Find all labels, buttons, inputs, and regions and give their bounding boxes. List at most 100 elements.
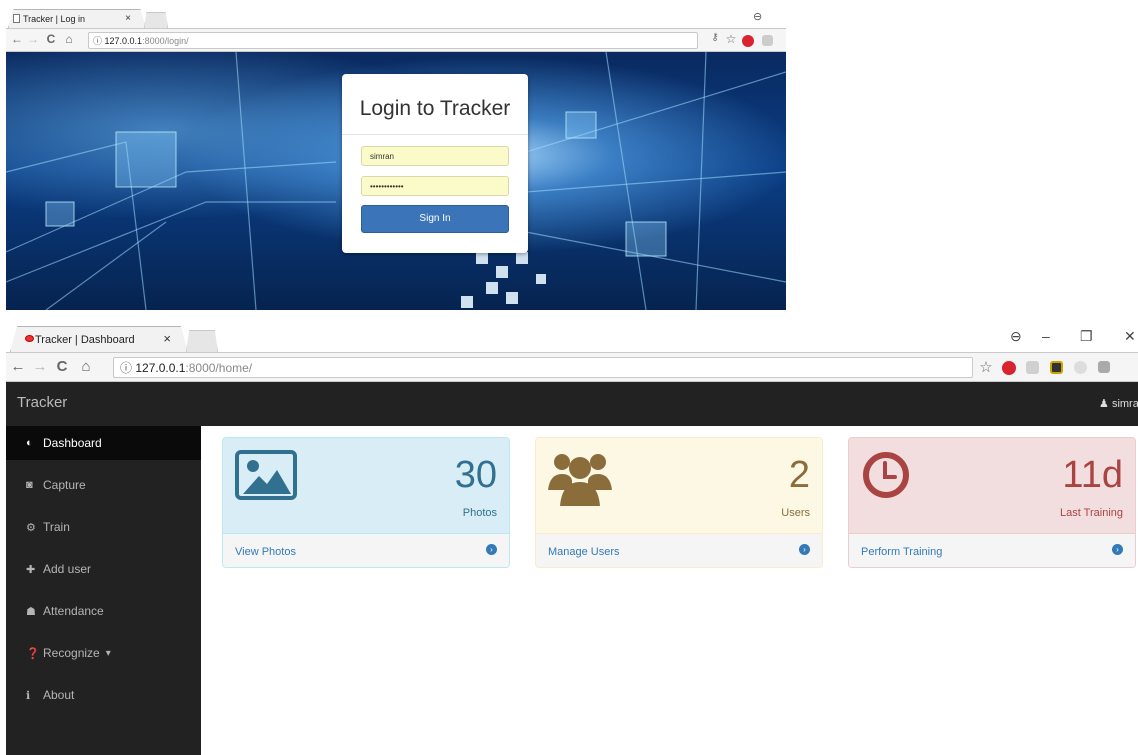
forward-icon[interactable]: → <box>26 32 40 46</box>
user-icon: ♟ <box>1099 398 1109 410</box>
info-icon[interactable]: ⓘ <box>120 359 132 376</box>
dashboard-screenshot: Tracker | Dashboard × ⊖ – ❐ ✕ ← → C ⌂ ⓘ … <box>6 322 1138 755</box>
back-icon[interactable]: ← <box>10 32 24 46</box>
minimize-icon[interactable]: – <box>1042 328 1050 344</box>
users-icon: ☗ <box>26 605 36 618</box>
url-host: 127.0.0.1 <box>104 35 143 46</box>
restore-icon[interactable]: ❐ <box>1080 328 1093 345</box>
sidebar-item-label: Train <box>43 520 70 534</box>
settings-extension-icon[interactable] <box>1074 361 1087 374</box>
key-icon[interactable]: ⚷ <box>708 32 722 43</box>
sign-in-button[interactable]: Sign In <box>361 205 509 233</box>
stat-count: 11d <box>1062 454 1123 496</box>
camera-extension-icon[interactable] <box>1050 361 1063 374</box>
stat-label: Last Training <box>1060 507 1123 519</box>
browser-toolbar: ← → C ⌂ ⓘ 127.0.0.1:8000/login/ ⚷ ☆ <box>6 28 786 52</box>
tab-strip: Tracker | Dashboard × ⊖ – ❐ ✕ <box>6 322 1138 352</box>
sidebar-item-label: Capture <box>43 478 86 492</box>
stat-card-last-training: 11d Last Training Perform Training › <box>848 437 1136 568</box>
arrow-circle-right-icon[interactable]: › <box>486 544 497 555</box>
close-tab-icon[interactable]: × <box>163 331 171 346</box>
camera-icon: ◙ <box>26 479 33 491</box>
new-tab-button[interactable] <box>186 330 218 352</box>
home-icon[interactable]: ⌂ <box>78 358 94 375</box>
url-path: :8000/home/ <box>185 360 253 375</box>
sidebar-item-capture[interactable]: ◙ Capture <box>6 468 201 502</box>
extension-icon[interactable] <box>1026 361 1039 374</box>
eye-favicon-icon <box>25 335 34 342</box>
tab-title: Tracker | Dashboard <box>35 333 135 346</box>
address-bar[interactable]: ⓘ 127.0.0.1:8000/login/ <box>88 32 698 49</box>
home-icon[interactable]: ⌂ <box>62 32 76 46</box>
users-icon <box>548 450 612 513</box>
stat-card-users: 2 Users Manage Users › <box>535 437 823 568</box>
close-tab-icon[interactable]: × <box>125 13 131 24</box>
question-circle-icon: ❓ <box>26 647 40 660</box>
sidebar-item-label: Attendance <box>43 604 104 618</box>
browser-toolbar: ← → C ⌂ ⓘ 127.0.0.1:8000/home/ ☆ <box>6 352 1138 382</box>
stat-label: Photos <box>462 507 497 519</box>
top-navbar: Tracker ♟ simra <box>6 382 1138 426</box>
sidebar-item-train[interactable]: ⚙ Train <box>6 510 201 544</box>
account-icon[interactable]: ⊖ <box>1010 328 1022 345</box>
account-icon[interactable]: ⊖ <box>753 10 762 23</box>
card-footer-link[interactable]: Perform Training <box>849 533 1135 567</box>
card-header: 11d Last Training <box>849 438 1135 533</box>
clock-icon <box>861 450 911 505</box>
username-label: simra <box>1111 398 1138 410</box>
caret-down-icon: ▾ <box>105 647 111 659</box>
login-heading: Login to Tracker <box>359 97 511 120</box>
card-header: 2 Users <box>536 438 822 533</box>
sidebar-item-label: Dashboard <box>43 436 102 450</box>
extension-icon[interactable] <box>762 35 773 46</box>
sidebar-item-about[interactable]: ℹ About <box>6 678 201 712</box>
dashboard-icon: ◐ <box>26 437 33 449</box>
forward-icon[interactable]: → <box>32 358 48 375</box>
arrow-circle-right-icon[interactable]: › <box>799 544 810 555</box>
password-input[interactable] <box>361 176 509 196</box>
close-window-icon[interactable]: ✕ <box>1124 328 1136 345</box>
sidebar-item-attendance[interactable]: ☗ Attendance <box>6 594 201 628</box>
sidebar-item-label: About <box>43 688 75 702</box>
reload-icon[interactable]: C <box>54 358 70 375</box>
adblock-icon[interactable] <box>1002 361 1016 375</box>
info-icon: ℹ <box>26 689 31 702</box>
card-link-label: View Photos <box>235 545 296 558</box>
star-icon[interactable]: ☆ <box>978 358 994 376</box>
arrow-circle-right-icon[interactable]: › <box>1112 544 1123 555</box>
brand-title[interactable]: Tracker <box>17 394 67 411</box>
new-tab-button[interactable] <box>144 12 168 28</box>
sidebar-item-recognize[interactable]: ❓ Recognize ▾ <box>6 636 201 670</box>
info-icon[interactable]: ⓘ <box>93 34 102 47</box>
browser-tab-dashboard[interactable]: Tracker | Dashboard × <box>10 326 188 352</box>
address-bar[interactable]: ⓘ 127.0.0.1:8000/home/ <box>113 357 973 378</box>
back-icon[interactable]: ← <box>10 358 26 375</box>
sidebar: ◐ Dashboard ◙ Capture ⚙ Train ✚ Add user ☗ Attend… <box>6 426 201 755</box>
url-host: 127.0.0.1 <box>135 360 186 375</box>
reload-icon[interactable]: C <box>44 32 58 46</box>
divider <box>342 134 528 135</box>
stat-label: Users <box>781 507 810 519</box>
login-background: Login to Tracker Sign In <box>6 52 786 310</box>
flag-extension-icon[interactable] <box>1098 361 1110 373</box>
card-footer-link[interactable]: View Photos <box>223 533 509 567</box>
url-path: :8000/login/ <box>142 35 189 46</box>
user-menu[interactable]: ♟ simra <box>1099 397 1138 410</box>
sidebar-item-add-user[interactable]: ✚ Add user <box>6 552 201 586</box>
login-panel: Login to Tracker Sign In <box>342 74 528 253</box>
sidebar-item-label: Add user <box>43 562 92 576</box>
adblock-icon[interactable] <box>742 35 754 47</box>
card-link-label: Manage Users <box>548 545 620 558</box>
stat-count: 30 <box>454 454 497 496</box>
browser-tab-login[interactable]: Tracker | Log in × <box>8 9 146 28</box>
sidebar-item-label: Recognize <box>43 646 100 660</box>
card-footer-link[interactable]: Manage Users <box>536 533 822 567</box>
login-screenshot: Tracker | Log in × ⊖ ← → C ⌂ ⓘ 127.0.0.1… <box>6 6 786 310</box>
stat-card-photos: 30 Photos View Photos › <box>222 437 510 568</box>
star-icon[interactable]: ☆ <box>724 32 738 46</box>
username-input[interactable] <box>361 146 509 166</box>
tab-title: Tracker | Log in <box>23 14 86 24</box>
tab-strip: Tracker | Log in × ⊖ <box>6 6 786 28</box>
card-link-label: Perform Training <box>861 545 943 558</box>
sidebar-item-dashboard[interactable]: ◐ Dashboard <box>6 426 201 460</box>
